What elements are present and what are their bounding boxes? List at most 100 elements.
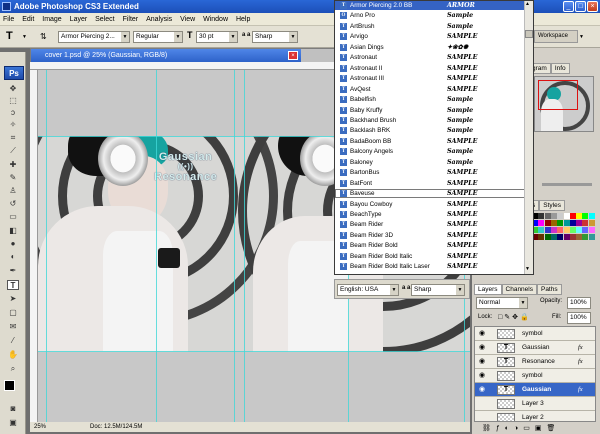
tab-layers[interactable]: Layers (474, 284, 502, 295)
layer-row[interactable]: ◉ symbol (475, 327, 595, 341)
menu-select[interactable]: Select (92, 13, 117, 26)
move-tool-icon[interactable]: ✥ (7, 84, 19, 94)
menu-analysis[interactable]: Analysis (143, 13, 175, 26)
menu-image[interactable]: Image (39, 13, 64, 26)
menu-edit[interactable]: Edit (19, 13, 37, 26)
font-item[interactable]: T Beam Rider Bold Italic SAMPLE (335, 252, 525, 261)
color-swatch[interactable] (538, 227, 545, 233)
font-item[interactable]: T Backhand Brush Sample (335, 116, 525, 125)
font-item[interactable]: T Baloney Sample (335, 158, 525, 167)
font-item[interactable]: O Arno Pro Sample (335, 11, 525, 20)
lock-icons[interactable]: □✎✥🔒 (498, 313, 531, 321)
zoom-tool-icon[interactable]: ⌕ (7, 364, 19, 374)
path-selection-icon[interactable]: ➤ (7, 294, 19, 304)
eye-icon[interactable]: ◉ (477, 385, 487, 395)
color-swatch[interactable] (576, 227, 583, 233)
menu-layer[interactable]: Layer (67, 13, 91, 26)
font-item[interactable]: T BeachType SAMPLE (335, 210, 525, 219)
ruler-vertical[interactable] (30, 70, 38, 422)
notes-tool-icon[interactable]: ✉ (7, 322, 19, 332)
clone-stamp-icon[interactable]: ♙ (7, 186, 19, 196)
lasso-tool-icon[interactable]: ↄ (7, 108, 19, 118)
font-item[interactable]: T Backlash BRK Sample (335, 126, 525, 135)
shape-tool-icon[interactable]: ▢ (7, 308, 19, 318)
layer-row[interactable]: Layer 3 (475, 397, 595, 411)
color-swatch[interactable] (538, 213, 545, 219)
eyedropper-icon[interactable]: ⁄ (7, 336, 19, 346)
language-select[interactable]: English: USA ▼ (337, 284, 399, 296)
blur-tool-icon[interactable]: ● (7, 239, 19, 249)
type-tool-icon[interactable]: T (7, 280, 19, 290)
swatch-grid[interactable] (532, 213, 596, 273)
color-swatch[interactable] (538, 220, 545, 226)
font-item[interactable]: T Bayou Cowboy SAMPLE (335, 200, 525, 209)
color-swatch[interactable] (569, 220, 576, 226)
eye-icon[interactable]: ◉ (477, 357, 487, 367)
chevron-down-icon[interactable]: ▼ (579, 34, 584, 40)
layer-row[interactable]: ◉ symbol (475, 369, 595, 383)
color-swatch[interactable] (550, 213, 557, 219)
type-tool-preset[interactable]: T (6, 30, 20, 43)
eye-icon[interactable]: ◉ (477, 343, 487, 353)
eraser-tool-icon[interactable]: ▭ (7, 212, 19, 222)
color-swatch[interactable] (550, 234, 557, 240)
scroll-down-icon[interactable]: ▼ (525, 266, 530, 272)
font-size-select[interactable]: 30 pt ▼ (196, 31, 238, 43)
font-item[interactable]: T Beam Rider 3D SAMPLE (335, 231, 525, 240)
history-brush-icon[interactable]: ↺ (7, 199, 19, 209)
antialias-select[interactable]: Sharp ▼ (252, 31, 298, 43)
font-item[interactable]: T Babelfish Sample (335, 95, 525, 104)
color-swatch[interactable] (544, 213, 551, 219)
tab-info[interactable]: Info (550, 63, 570, 74)
color-swatch[interactable] (588, 227, 595, 233)
close-button[interactable]: × (587, 1, 598, 12)
color-swatch[interactable] (563, 220, 570, 226)
color-swatch[interactable] (557, 234, 564, 240)
magic-wand-icon[interactable]: ✧ (7, 120, 19, 130)
menu-file[interactable]: File (0, 13, 17, 26)
font-item[interactable]: T BartonBus SAMPLE (335, 168, 525, 177)
color-swatch[interactable] (588, 220, 595, 226)
font-item[interactable]: T Baveuse SAMPLE (335, 189, 525, 199)
marquee-tool-icon[interactable]: ⬚ (7, 96, 19, 106)
color-swatch[interactable] (550, 220, 557, 226)
brush-tool-icon[interactable]: ✎ (7, 173, 19, 183)
menu-help[interactable]: Help (233, 13, 253, 26)
navigator-zoom-slider[interactable] (542, 183, 592, 186)
color-swatch[interactable] (576, 213, 583, 219)
color-swatch[interactable] (563, 227, 570, 233)
hand-tool-icon[interactable]: ✋ (7, 350, 19, 360)
maximize-button[interactable]: □ (575, 1, 586, 12)
eye-icon[interactable]: ◉ (477, 329, 487, 339)
fill-input[interactable]: 100% (567, 312, 591, 324)
gradient-tool-icon[interactable]: ◧ (7, 226, 19, 236)
document-title-bar[interactable]: cover 1.psd @ 25% (Gaussian, RGB/8) (31, 49, 301, 62)
color-swatch[interactable] (544, 227, 551, 233)
font-item[interactable]: T Baby Kruffy Sample (335, 106, 525, 115)
pen-tool-icon[interactable]: ✒ (7, 266, 19, 276)
color-swatch[interactable] (576, 220, 583, 226)
dodge-tool-icon[interactable]: ◐ (7, 252, 19, 262)
layer-row-selected[interactable]: ◉ T Gaussian fx (475, 383, 595, 397)
font-item[interactable]: T BadaBoom BB SAMPLE (335, 137, 525, 146)
zoom-level[interactable]: 25% (34, 422, 46, 432)
eye-icon[interactable] (477, 399, 487, 409)
font-list-scroll-thumb[interactable] (525, 30, 533, 38)
font-family-select[interactable]: Armor Piercing 2... ▼ (58, 31, 130, 43)
color-swatch[interactable] (576, 234, 583, 240)
menu-window[interactable]: Window (200, 13, 231, 26)
color-swatch[interactable] (569, 234, 576, 240)
color-swatch[interactable] (550, 227, 557, 233)
layer-row[interactable]: ◉ T Gaussian fx (475, 341, 595, 355)
color-swatch[interactable] (538, 234, 545, 240)
font-item[interactable]: T BatFont SAMPLE (335, 179, 525, 188)
color-swatch[interactable] (563, 213, 570, 219)
font-list-scrollbar[interactable] (524, 1, 533, 274)
workspace-button[interactable]: Workspace (534, 30, 578, 43)
color-swatch[interactable] (557, 227, 564, 233)
font-item[interactable]: T Beam Rider SAMPLE (335, 220, 525, 229)
tab-paths[interactable]: Paths (536, 284, 562, 295)
navigator-thumbnail[interactable] (534, 76, 594, 132)
blend-mode-select[interactable]: Normal ▼ (476, 297, 528, 309)
tab-channels[interactable]: Channels (501, 284, 537, 295)
